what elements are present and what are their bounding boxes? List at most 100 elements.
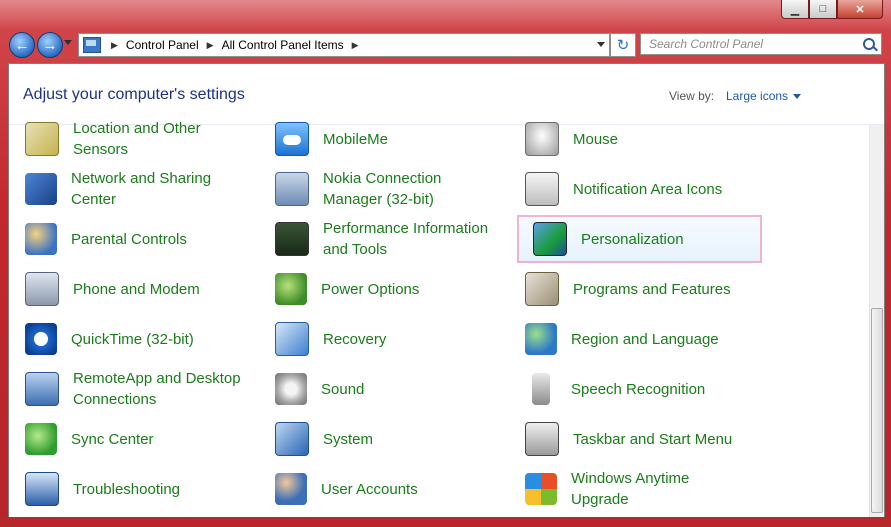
item-system[interactable]: System	[261, 415, 506, 463]
breadcrumb-control-panel[interactable]: Control Panel	[126, 38, 199, 52]
item-recovery[interactable]: Recovery	[261, 315, 506, 363]
breadcrumb-separator-icon[interactable]: ▶	[207, 40, 214, 51]
item-parental-controls[interactable]: Parental Controls	[11, 215, 256, 263]
item-label: Performance Information and Tools	[323, 220, 489, 258]
region-icon	[525, 323, 557, 355]
sync-icon	[25, 423, 57, 455]
troubleshooting-icon	[25, 472, 59, 506]
item-label: QuickTime (32-bit)	[71, 330, 194, 348]
notification-icon	[525, 172, 559, 206]
item-region-and-language[interactable]: Region and Language	[511, 315, 756, 363]
sound-icon	[275, 373, 307, 405]
item-label: Notification Area Icons	[573, 180, 723, 198]
item-label: Phone and Modem	[73, 280, 200, 298]
item-power-options[interactable]: Power Options	[261, 265, 506, 313]
item-mobileme[interactable]: MobileMe	[261, 115, 506, 163]
window-controls: ▁ □ ✕	[781, 0, 883, 19]
view-by-dropdown[interactable]: Large icons	[726, 89, 788, 103]
page-title: Adjust your computer's settings	[23, 86, 245, 103]
quicktime-icon	[25, 323, 57, 355]
content-pane: Adjust your computer's settings View by:…	[8, 63, 885, 522]
programs-icon	[525, 272, 559, 306]
window-frame: ▁ □ ✕ ← → ▶ Control Panel ▶ All Control …	[0, 0, 891, 527]
forward-button[interactable]: →	[37, 32, 63, 58]
item-label: MobileMe	[323, 130, 389, 148]
search-placeholder: Search Control Panel	[649, 37, 764, 51]
control-panel-icon	[83, 37, 101, 53]
item-location-and-other-sensors[interactable]: Location and Other Sensors	[11, 115, 256, 163]
parental-controls-icon	[25, 223, 57, 255]
item-label: Mouse	[573, 130, 619, 148]
item-speech-recognition[interactable]: Speech Recognition	[511, 365, 756, 413]
remoteapp-icon	[25, 372, 59, 406]
close-button[interactable]: ✕	[837, 0, 883, 19]
power-icon	[275, 273, 307, 305]
recent-pages-dropdown-icon[interactable]	[64, 40, 72, 45]
breadcrumb-separator-icon[interactable]: ▶	[352, 40, 359, 51]
item-personalization[interactable]: Personalization	[517, 215, 762, 263]
item-windows-anytime-upgrade[interactable]: Windows Anytime Upgrade	[511, 465, 756, 513]
refresh-button[interactable]: ↻	[610, 33, 636, 57]
window-bottom-border	[0, 517, 891, 527]
mouse-icon	[525, 122, 559, 156]
navigation-toolbar: ← → ▶ Control Panel ▶ All Control Panel …	[6, 30, 885, 60]
item-remoteapp-and-desktop-connections[interactable]: RemoteApp and Desktop Connections	[11, 365, 256, 413]
item-label: Windows Anytime Upgrade	[571, 470, 690, 508]
item-label: System	[323, 430, 374, 448]
breadcrumb-all-items[interactable]: All Control Panel Items	[222, 38, 344, 52]
back-button[interactable]: ←	[9, 32, 35, 58]
item-label: Location and Other Sensors	[73, 120, 201, 158]
item-network-and-sharing-center[interactable]: Network and Sharing Center	[11, 165, 256, 213]
system-icon	[275, 422, 309, 456]
item-phone-and-modem[interactable]: Phone and Modem	[11, 265, 256, 313]
microphone-icon	[532, 373, 550, 405]
search-input[interactable]: Search Control Panel	[640, 33, 882, 55]
item-nokia-connection-manager[interactable]: Nokia Connection Manager (32-bit)	[261, 165, 506, 213]
item-sound[interactable]: Sound	[261, 365, 506, 413]
phone-modem-icon	[25, 272, 59, 306]
item-label: RemoteApp and Desktop Connections	[73, 370, 241, 408]
windows-logo-icon	[525, 473, 557, 505]
nokia-icon	[275, 172, 309, 206]
item-label: Parental Controls	[71, 230, 187, 248]
breadcrumb-separator-icon[interactable]: ▶	[111, 40, 118, 51]
item-label: Personalization	[581, 230, 684, 248]
item-user-accounts[interactable]: User Accounts	[261, 465, 506, 513]
item-troubleshooting[interactable]: Troubleshooting	[11, 465, 256, 513]
item-label: Region and Language	[571, 330, 719, 348]
maximize-button[interactable]: □	[809, 0, 837, 19]
mobileme-icon	[275, 122, 309, 156]
chevron-down-icon[interactable]	[793, 94, 801, 99]
view-by-label: View by:	[669, 89, 715, 103]
item-label: Network and Sharing Center	[71, 170, 212, 208]
vertical-scrollbar[interactable]	[869, 125, 884, 521]
user-accounts-icon	[275, 473, 307, 505]
item-label: Nokia Connection Manager (32-bit)	[323, 170, 442, 208]
recovery-icon	[275, 322, 309, 356]
network-icon	[25, 173, 57, 205]
item-programs-and-features[interactable]: Programs and Features	[511, 265, 756, 313]
item-label: Speech Recognition	[571, 380, 706, 398]
address-bar[interactable]: ▶ Control Panel ▶ All Control Panel Item…	[78, 33, 610, 57]
item-taskbar-and-start-menu[interactable]: Taskbar and Start Menu	[511, 415, 756, 463]
item-label: Recovery	[323, 330, 387, 348]
personalization-icon	[533, 222, 567, 256]
item-quicktime[interactable]: QuickTime (32-bit)	[11, 315, 256, 363]
item-label: User Accounts	[321, 480, 418, 498]
item-sync-center[interactable]: Sync Center	[11, 415, 256, 463]
taskbar-icon	[525, 422, 559, 456]
item-performance-information-and-tools[interactable]: Performance Information and Tools	[261, 215, 506, 263]
item-label: Programs and Features	[573, 280, 731, 298]
performance-icon	[275, 222, 309, 256]
item-label: Taskbar and Start Menu	[573, 430, 733, 448]
item-label: Power Options	[321, 280, 420, 298]
control-panel-items: Location and Other Sensors MobileMe Mouse Ne…	[9, 120, 869, 521]
scrollbar-thumb[interactable]	[871, 308, 883, 513]
item-mouse[interactable]: Mouse	[511, 115, 756, 163]
address-dropdown-icon[interactable]	[597, 42, 605, 47]
search-icon[interactable]	[863, 38, 875, 50]
minimize-button[interactable]: ▁	[781, 0, 809, 19]
item-label: Sound	[321, 380, 365, 398]
item-label: Troubleshooting	[73, 480, 181, 498]
item-notification-area-icons[interactable]: Notification Area Icons	[511, 165, 756, 213]
